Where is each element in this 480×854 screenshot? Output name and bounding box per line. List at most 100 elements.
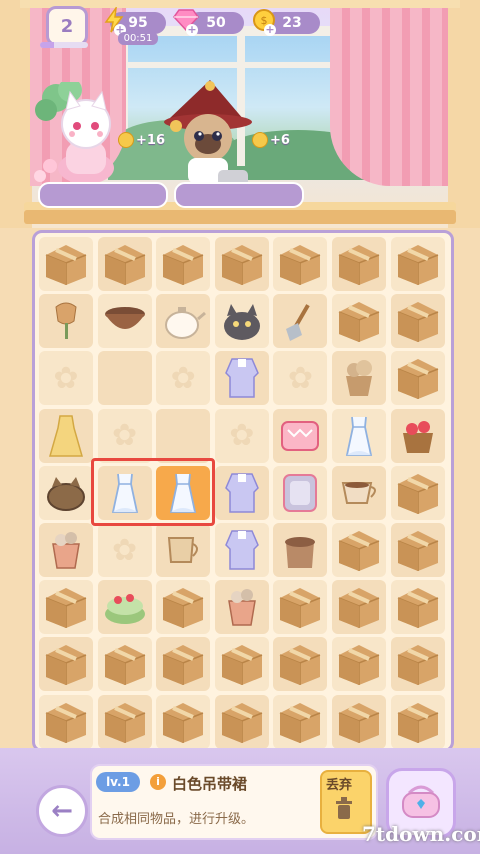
board-cell[interactable]	[97, 694, 152, 749]
board-cell[interactable]	[390, 351, 445, 406]
board-cell[interactable]	[390, 408, 445, 463]
info-icon[interactable]: i	[150, 774, 166, 790]
item-basket-pink-icon[interactable]	[215, 580, 269, 634]
board-cell[interactable]	[273, 637, 328, 692]
item-cup-icon[interactable]	[156, 523, 210, 577]
board-cell[interactable]	[97, 637, 152, 692]
board-cell[interactable]	[156, 237, 211, 291]
item-box-icon[interactable]	[391, 351, 445, 405]
item-dress-white-icon[interactable]	[332, 409, 386, 463]
board-cell[interactable]	[156, 694, 211, 749]
item-box-icon[interactable]	[98, 237, 152, 291]
board-cell[interactable]	[97, 580, 152, 635]
board-cell[interactable]	[97, 294, 152, 349]
coin-plus-icon[interactable]: +	[264, 24, 276, 36]
item-box-icon[interactable]	[215, 695, 269, 749]
item-box-icon[interactable]	[215, 637, 269, 691]
item-dress-white-icon[interactable]	[156, 466, 210, 520]
item-box-icon[interactable]	[391, 637, 445, 691]
back-button[interactable]: ←	[36, 785, 88, 837]
board-cell[interactable]	[156, 294, 211, 349]
board-cell[interactable]	[390, 237, 445, 291]
board-cell[interactable]	[332, 408, 386, 463]
item-box-icon[interactable]	[215, 237, 269, 291]
item-bowl-icon[interactable]	[98, 294, 152, 348]
board-cell[interactable]: ✿	[214, 408, 269, 463]
board-cell[interactable]	[39, 465, 93, 520]
board-cell[interactable]	[156, 580, 211, 635]
board-cell[interactable]	[390, 465, 445, 520]
board-cell[interactable]	[39, 408, 93, 463]
board-cell[interactable]	[390, 637, 445, 692]
customer-1-order[interactable]	[38, 182, 168, 208]
board-cell[interactable]	[332, 351, 386, 406]
item-mirror-icon[interactable]	[273, 466, 327, 520]
board-cell[interactable]	[273, 294, 328, 349]
item-box-icon[interactable]	[98, 695, 152, 749]
item-dress-purple-icon[interactable]	[215, 351, 269, 405]
item-teacup-icon[interactable]	[332, 466, 386, 520]
item-cat-icon[interactable]	[215, 294, 269, 348]
board-cell[interactable]	[39, 580, 93, 635]
board-cell[interactable]	[273, 523, 328, 577]
item-gown-yellow-icon[interactable]	[39, 409, 93, 463]
board-cell[interactable]	[214, 637, 269, 692]
board-cell[interactable]	[273, 237, 328, 291]
board-cell[interactable]	[39, 637, 93, 692]
item-planter-icon[interactable]	[332, 351, 386, 405]
item-box-icon[interactable]	[156, 637, 210, 691]
item-box-icon[interactable]	[39, 237, 93, 291]
board-cell[interactable]	[332, 637, 386, 692]
board-cell[interactable]	[273, 694, 328, 749]
item-box-icon[interactable]	[332, 523, 386, 577]
board-cell[interactable]	[97, 237, 152, 291]
board-cell[interactable]	[156, 523, 211, 577]
item-pot-blanket-icon[interactable]	[273, 523, 327, 577]
board-cell[interactable]	[332, 237, 386, 291]
item-tulip-icon[interactable]	[39, 294, 93, 348]
item-box-icon[interactable]	[273, 637, 327, 691]
item-box-icon[interactable]	[332, 237, 386, 291]
customer-witch-cat[interactable]	[158, 78, 258, 194]
board-cell[interactable]	[273, 408, 328, 463]
item-box-icon[interactable]	[391, 695, 445, 749]
item-box-icon[interactable]	[332, 580, 386, 634]
board-cell[interactable]	[156, 637, 211, 692]
item-box-icon[interactable]	[39, 695, 93, 749]
item-box-icon[interactable]	[391, 523, 445, 577]
item-box-icon[interactable]	[332, 695, 386, 749]
item-nest-icon[interactable]	[39, 466, 93, 520]
board-cell[interactable]	[97, 465, 152, 520]
board-cell[interactable]	[156, 465, 211, 520]
board-cell[interactable]	[390, 523, 445, 577]
board-cell[interactable]	[332, 523, 386, 577]
item-pillow-pink-icon[interactable]	[273, 409, 327, 463]
board-cell[interactable]: ✿	[39, 351, 93, 406]
board-cell[interactable]	[214, 351, 269, 406]
item-box-icon[interactable]	[156, 237, 210, 291]
board-cell[interactable]	[273, 465, 328, 520]
board-cell[interactable]	[39, 523, 93, 577]
item-box-icon[interactable]	[39, 580, 93, 634]
board-cell[interactable]	[214, 465, 269, 520]
item-box-icon[interactable]	[391, 237, 445, 291]
board-cell[interactable]	[156, 408, 211, 463]
item-cake-icon[interactable]	[98, 580, 152, 634]
player-level-badge[interactable]: 2	[46, 6, 88, 46]
item-dress-white-icon[interactable]	[98, 466, 152, 520]
board-cell[interactable]	[390, 294, 445, 349]
customer-2-order[interactable]	[174, 182, 304, 208]
board-cell[interactable]	[214, 523, 269, 577]
item-box-icon[interactable]	[273, 580, 327, 634]
board-cell[interactable]: ✿	[97, 523, 152, 577]
board-cell[interactable]	[332, 580, 386, 635]
item-box-icon[interactable]	[273, 695, 327, 749]
item-box-icon[interactable]	[98, 637, 152, 691]
item-box-icon[interactable]	[391, 580, 445, 634]
board-cell[interactable]	[273, 580, 328, 635]
customer-white-cat[interactable]	[30, 78, 126, 190]
board-cell[interactable]	[39, 237, 93, 291]
item-box-icon[interactable]	[156, 580, 210, 634]
item-teapot-icon[interactable]	[156, 294, 210, 348]
board-cell[interactable]	[390, 580, 445, 635]
